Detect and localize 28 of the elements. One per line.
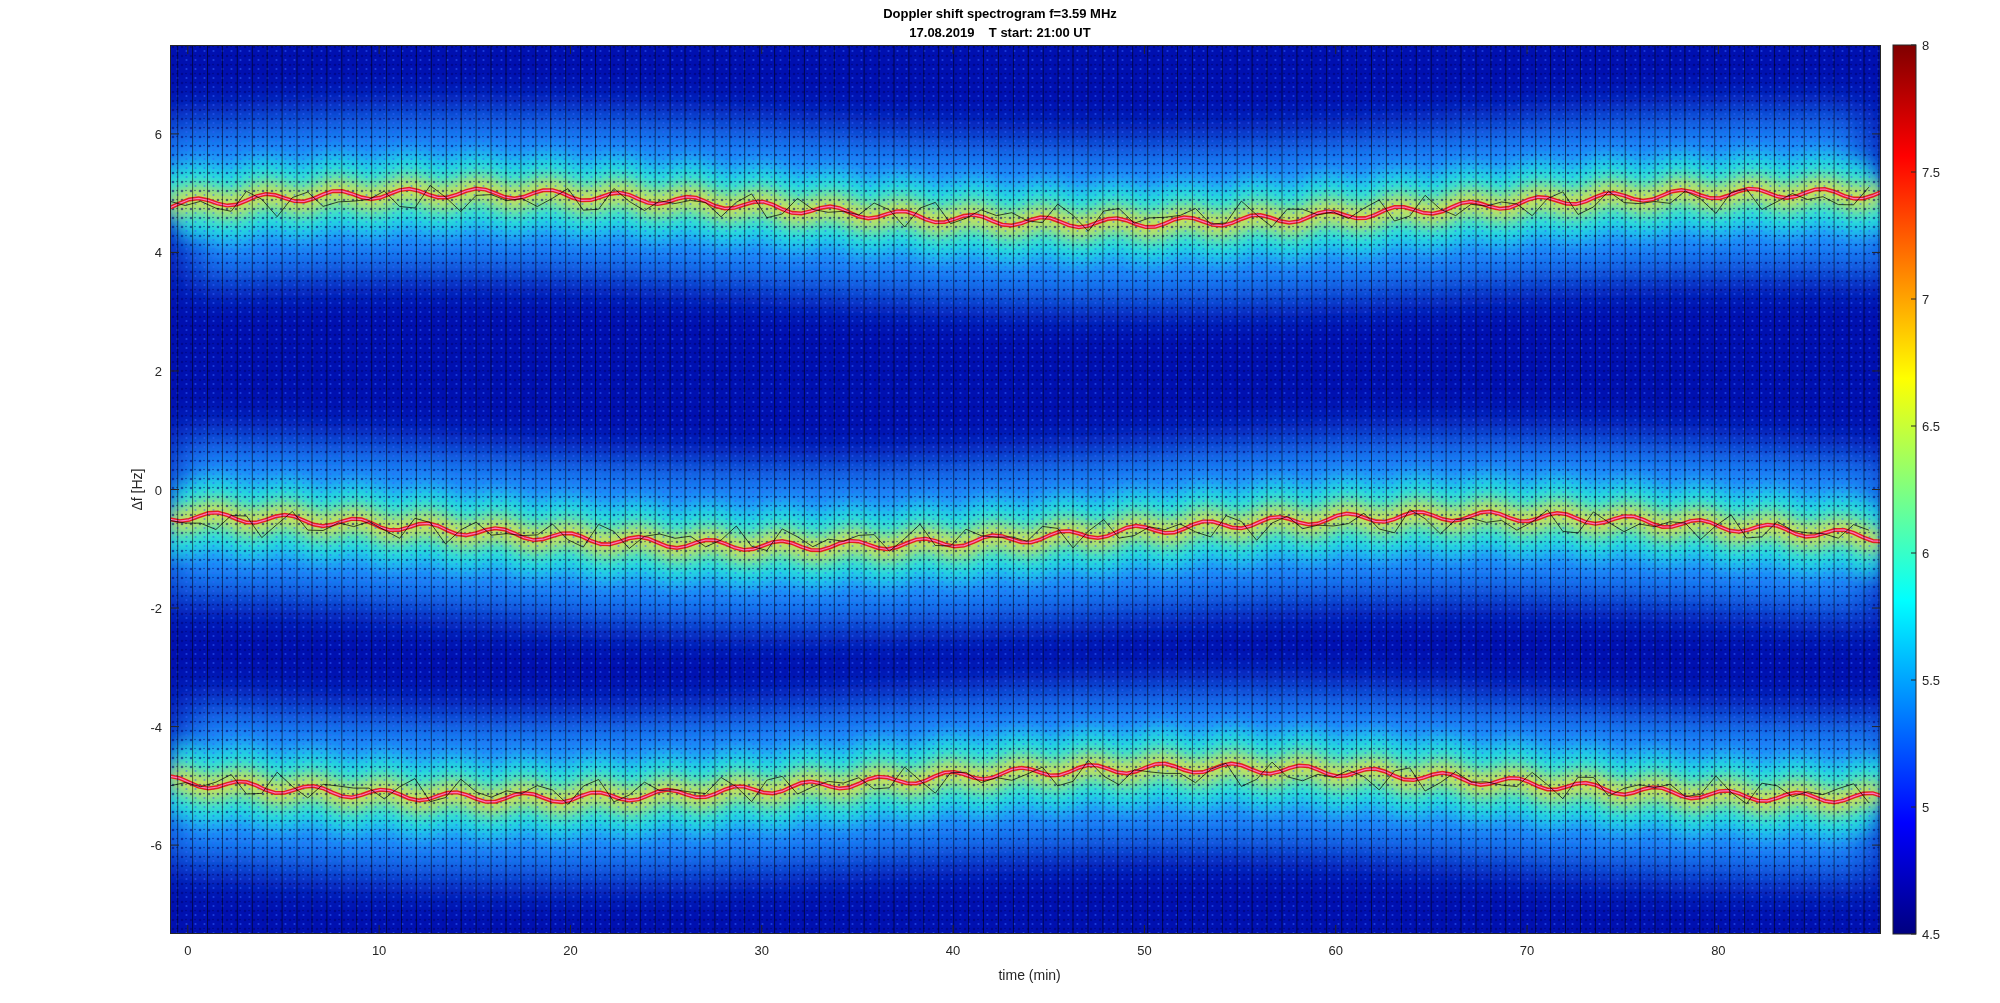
x-tick-label: 10 bbox=[371, 943, 387, 958]
plot-subtitle: 17.08.2019 T start: 21:00 UT bbox=[909, 25, 1091, 40]
y-tick-label: -6 bbox=[150, 838, 162, 854]
colorbar-tick-label: 5.5 bbox=[1922, 673, 1941, 688]
x-tick-label: 40 bbox=[945, 943, 961, 958]
colorbar-tick-label: 6.5 bbox=[1922, 419, 1941, 434]
x-tick-label: 50 bbox=[1137, 943, 1152, 958]
y-axis-label: Δf [Hz] bbox=[129, 468, 145, 511]
x-tick-label: 20 bbox=[563, 943, 578, 958]
x-tick-label: 30 bbox=[754, 943, 769, 958]
x-tick-label: 0 bbox=[184, 943, 192, 958]
x-tick-label: 80 bbox=[1711, 943, 1726, 958]
y-tick-label: 2 bbox=[154, 363, 162, 379]
x-axis-label: time (min) bbox=[998, 967, 1061, 983]
y-tick-label: 4 bbox=[154, 245, 162, 261]
colorbar-tick-label: 8 bbox=[1922, 38, 1930, 53]
colorbar-tick-label: 5 bbox=[1922, 800, 1930, 815]
colorbar-tick-label: 7 bbox=[1922, 292, 1930, 307]
colorbar-tick-label: 6 bbox=[1922, 546, 1930, 561]
y-tick-label: -2 bbox=[150, 601, 162, 617]
plot-title: Doppler shift spectrogram f=3.59 MHz bbox=[883, 6, 1117, 21]
y-tick-label: 0 bbox=[154, 482, 162, 498]
x-tick-label: 70 bbox=[1519, 943, 1535, 958]
y-tick-label: -4 bbox=[150, 719, 162, 735]
colorbar-tick-label: 7.5 bbox=[1922, 165, 1941, 180]
colorbar-tick-label: 4.5 bbox=[1922, 927, 1941, 942]
y-tick-label: 6 bbox=[154, 126, 162, 142]
x-tick-label: 60 bbox=[1328, 943, 1343, 958]
